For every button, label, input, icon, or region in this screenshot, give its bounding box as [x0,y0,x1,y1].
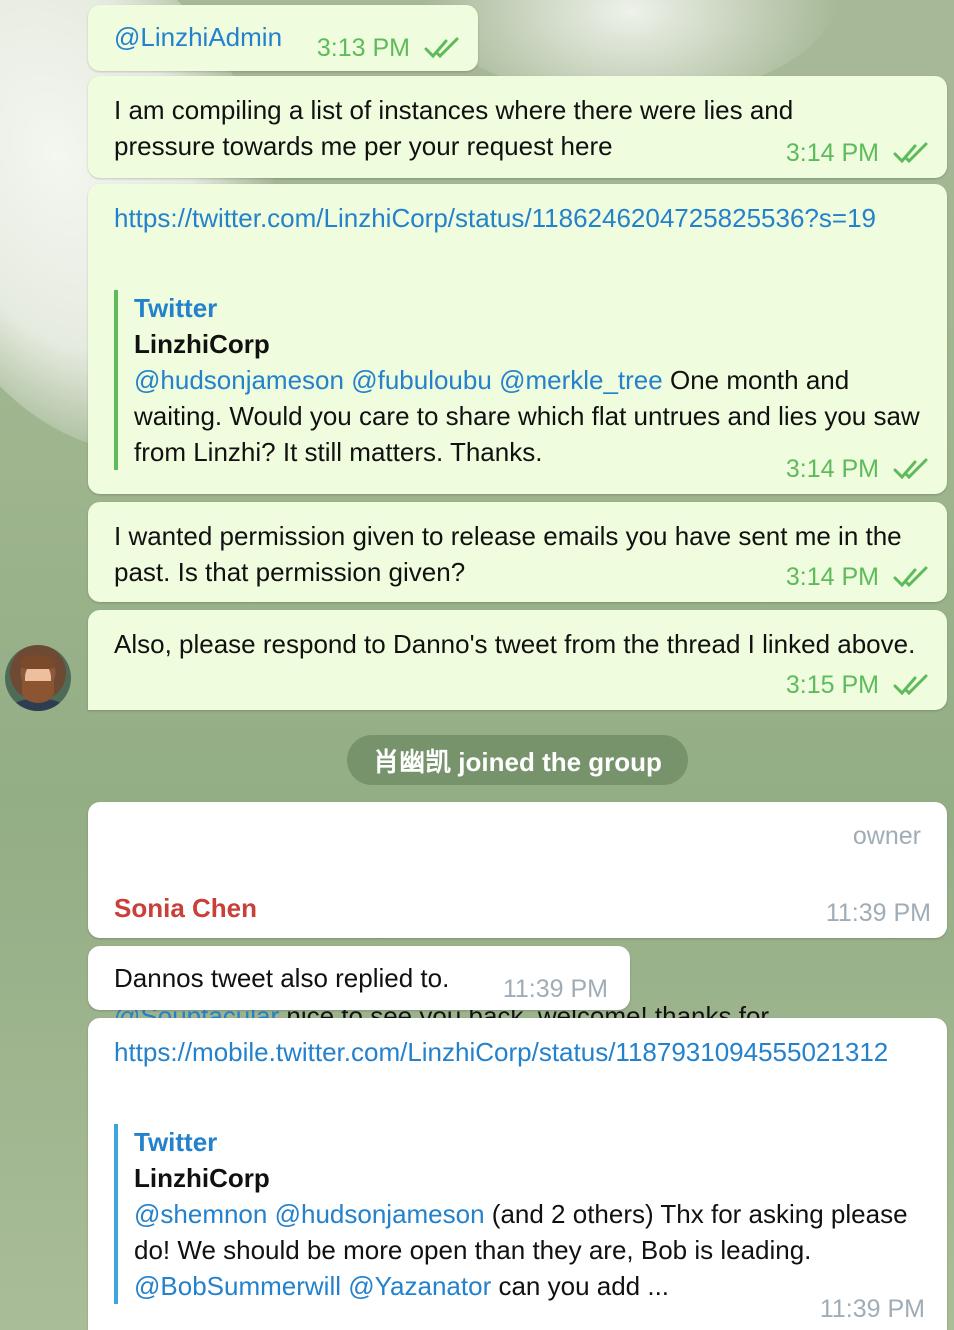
preview-text: can you add ... [498,1271,670,1301]
url-link[interactable]: https://mobile.twitter.com/LinzhiCorp/st… [114,1034,921,1070]
double-check-icon [893,672,931,698]
message-time: 11:39 PM [502,975,608,1003]
preview-author: LinzhiCorp [134,1163,270,1193]
mention-link[interactable]: @Yazanator [348,1271,491,1301]
message-meta: 3:14 PM [786,562,931,592]
message-time: 3:14 PM [785,563,879,591]
double-check-icon [893,140,931,166]
avatar-beard [22,681,54,703]
avatar-hair [21,655,55,669]
mention-link[interactable]: @shemnon [134,1199,267,1229]
message-bubble-incoming[interactable]: Sonia Chen @Souptacular nice to see you … [88,802,947,1103]
preview-site: Twitter [134,293,218,323]
message-meta: 3:14 PM [786,138,931,168]
message-time: 3:13 PM [316,34,410,62]
sender-role-badge: owner [852,822,921,850]
link-preview[interactable]: Twitter LinzhiCorp @hudsonjameson @fubul… [114,290,921,470]
preview-author: LinzhiCorp [134,329,270,359]
double-check-icon [893,564,931,590]
service-message-joined: 肖幽凯 joined the group [347,735,688,785]
message-time: 11:39 PM [825,899,931,927]
message-time: 3:15 PM [785,671,879,699]
url-link[interactable]: https://twitter.com/LinzhiCorp/status/11… [114,200,887,236]
message-time: 3:14 PM [785,139,879,167]
sender-name[interactable]: Sonia Chen [114,890,921,926]
message-text: Also, please respond to Danno's tweet fr… [114,629,916,659]
message-time: 11:39 PM [819,1295,925,1323]
message-bubble-outgoing[interactable]: @LinzhiAdmin 3:13 PM [88,5,478,71]
message-bubble-incoming-link[interactable]: https://mobile.twitter.com/LinzhiCorp/st… [88,1018,947,1330]
mention-link[interactable]: @BobSummerwill [134,1271,341,1301]
message-meta: 11:39 PM [820,1294,925,1324]
preview-body: @shemnon @hudsonjameson (and 2 others) T… [134,1196,921,1304]
double-check-icon [893,456,931,482]
message-text: I am compiling a list of instances where… [114,95,801,161]
message-meta: 3:13 PM [317,33,462,63]
message-meta: 3:15 PM [786,670,931,700]
message-meta: 3:14 PM [786,454,931,484]
message-meta: 11:39 PM [826,898,931,928]
message-bubble-outgoing[interactable]: Also, please respond to Danno's tweet fr… [88,610,947,710]
preview-site: Twitter [134,1127,218,1157]
message-meta: 11:39 PM [503,974,608,1004]
mention-link[interactable]: @merkle_tree [499,365,663,395]
user-avatar[interactable] [5,645,71,711]
message-bubble-outgoing[interactable]: I wanted permission given to release ema… [88,502,947,602]
message-bubble-incoming[interactable]: Dannos tweet also replied to. 11:39 PM [88,946,630,1010]
mention-link[interactable]: @hudsonjameson [134,365,344,395]
message-bubble-outgoing[interactable]: I am compiling a list of instances where… [88,76,947,178]
message-bubble-outgoing-link[interactable]: https://twitter.com/LinzhiCorp/status/11… [88,184,947,494]
mention-link[interactable]: @fubuloubu [351,365,492,395]
double-check-icon [424,35,462,61]
mention-link[interactable]: @hudsonjameson [275,1199,485,1229]
link-preview[interactable]: Twitter LinzhiCorp @shemnon @hudsonjames… [114,1124,921,1304]
message-time: 3:14 PM [785,455,879,483]
